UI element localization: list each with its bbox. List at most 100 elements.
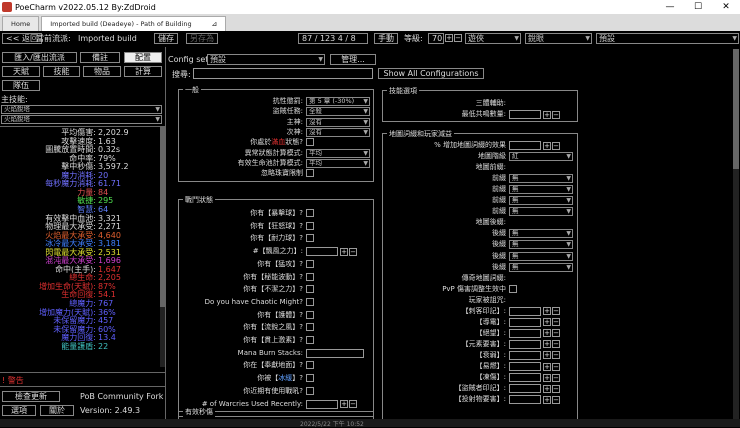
config-tab[interactable]: 配置 (124, 52, 162, 63)
map-row-select[interactable]: 無 ▼ (509, 240, 573, 250)
map-row-plus-button[interactable]: + (543, 362, 551, 371)
combat-row-label: 你有【護體】? (257, 310, 303, 319)
skill-row-minus-button[interactable]: − (552, 110, 560, 119)
map-row-select-value: 無 (512, 262, 519, 271)
party-tab[interactable]: 隊伍 (2, 80, 40, 91)
map-row-select[interactable]: 紅 ▼ (509, 152, 573, 162)
check-update-button[interactable]: 檢查更新 (2, 391, 60, 402)
map-row-label: 後綴 (492, 229, 506, 238)
map-row-select[interactable]: 無 ▼ (509, 185, 573, 195)
map-row-plus-button[interactable]: + (543, 384, 551, 393)
map-row-input[interactable] (509, 141, 541, 150)
map-row-select[interactable]: 無 ▼ (509, 207, 573, 217)
map-row-plus-button[interactable]: + (543, 373, 551, 382)
skills-tab[interactable]: 技能 (43, 66, 80, 77)
stat-label: 擊中秒傷: (61, 162, 96, 172)
map-row-input[interactable] (509, 328, 541, 338)
tab-close-icon[interactable]: ⊿ (211, 20, 217, 28)
map-row-plus-button[interactable]: + (543, 340, 551, 349)
close-icon[interactable]: ✕ (712, 0, 740, 14)
map-row-select[interactable]: 無 ▼ (509, 262, 573, 272)
general-section-title: 一般 (183, 85, 201, 95)
map-row-input[interactable] (509, 317, 541, 327)
map-row-label: 地圖後綴: (475, 218, 506, 227)
map-row-input[interactable] (509, 395, 541, 405)
tree-tab[interactable]: 天賦 (2, 66, 40, 77)
chevron-down-icon: ▼ (566, 241, 571, 249)
map-row-minus-button[interactable]: − (552, 362, 560, 371)
level-input[interactable]: 70 (428, 33, 444, 44)
save-button[interactable]: 儲存 (154, 33, 178, 44)
chevron-down-icon: ▼ (585, 35, 590, 42)
map-row-input[interactable] (509, 339, 541, 349)
map-row-select[interactable]: 無 ▼ (509, 196, 573, 206)
map-row-minus-button[interactable]: − (552, 307, 560, 316)
map-row-input[interactable] (509, 306, 541, 316)
config-scrollbar[interactable] (733, 49, 739, 419)
calcs-tab[interactable]: 計算 (124, 66, 162, 77)
import-export-button[interactable]: 匯入/匯出流派 (2, 52, 77, 63)
level-minus-button[interactable]: − (454, 34, 462, 42)
map-row-plus-button[interactable]: + (543, 329, 551, 338)
map-row-input[interactable] (509, 384, 541, 394)
class-select[interactable]: 遊俠 ▼ (465, 33, 521, 44)
map-row-plus-button[interactable]: + (543, 395, 551, 404)
map-row-minus-button[interactable]: − (552, 373, 560, 382)
combat-section-title: 戰鬥狀態 (183, 195, 215, 205)
level-plus-button[interactable]: + (445, 34, 453, 42)
points-counter: 87 / 123 4 / 8 (298, 33, 368, 44)
chevron-down-icon: ▼ (566, 230, 571, 238)
skill-row-input[interactable] (509, 110, 541, 119)
save-as-button[interactable]: 另存為 (186, 33, 218, 44)
map-row-plus-button[interactable]: + (543, 141, 551, 150)
manage-button[interactable]: 管理... (330, 54, 376, 65)
map-row-minus-button[interactable]: − (552, 318, 560, 327)
minimize-icon[interactable]: — (656, 0, 684, 14)
map-row-minus-button[interactable]: − (552, 141, 560, 150)
map-row-input[interactable] (509, 350, 541, 360)
show-all-configurations-button[interactable]: Show All Configurations (378, 68, 484, 79)
map-row-select-value: 紅 (512, 152, 519, 161)
warning-text[interactable]: ! 警告 (2, 376, 24, 385)
mode-select[interactable]: 預設 ▼ (596, 33, 739, 44)
items-tab[interactable]: 物品 (83, 66, 121, 77)
map-row-input[interactable] (509, 362, 541, 371)
map-row-input[interactable] (509, 373, 541, 383)
map-row-minus-button[interactable]: − (552, 329, 560, 338)
combat-row-label: 你有【耐力球】? (250, 234, 303, 243)
map-row-checkbox[interactable] (509, 284, 517, 293)
ascendancy-select[interactable]: 銳眼 ▼ (525, 33, 592, 44)
chevron-down-icon: ▼ (566, 252, 571, 260)
general-row-label: 忽略珠寶限制 (261, 169, 303, 178)
tab-home[interactable]: Home (2, 16, 40, 31)
map-row-minus-button[interactable]: − (552, 395, 560, 404)
map-row-label: 後綴 (492, 251, 506, 260)
map-row-minus-button[interactable]: − (552, 384, 560, 393)
map-row-select-value: 無 (512, 251, 519, 260)
config-set-select[interactable]: 預設 ▼ (207, 54, 325, 65)
manual-button[interactable]: 手動 (374, 33, 398, 44)
map-row-label: 【易燃】: (475, 362, 506, 370)
skill-row-plus-button[interactable]: + (543, 110, 551, 119)
map-row-plus-button[interactable]: + (543, 351, 551, 360)
map-row-minus-button[interactable]: − (552, 351, 560, 360)
map-row-plus-button[interactable]: + (543, 318, 551, 327)
maximize-icon[interactable]: ☐ (684, 0, 712, 14)
map-row-select[interactable]: 無 ▼ (509, 229, 573, 239)
options-button[interactable]: 選項 (2, 405, 36, 416)
map-row-select[interactable]: 無 ▼ (509, 251, 573, 261)
about-button[interactable]: 關於 (40, 405, 74, 416)
map-row-select[interactable]: 無 ▼ (509, 174, 573, 184)
map-row-minus-button[interactable]: − (552, 340, 560, 349)
notes-button[interactable]: 備註 (80, 52, 120, 63)
combat-row-label: # of Warcries Used Recently: (201, 399, 303, 408)
map-row-plus-button[interactable]: + (543, 307, 551, 316)
general-row-select[interactable]: 沒有 ▼ (306, 127, 370, 137)
search-input[interactable] (193, 68, 373, 79)
map-row-label: 【凍傷】: (475, 373, 506, 382)
tab-build[interactable]: Imported build (Deadeye) - Path of Build… (41, 16, 227, 31)
config-scroll-thumb[interactable] (733, 49, 739, 169)
chevron-down-icon: ▼ (566, 263, 571, 271)
skill-options-section-title: 技能選項 (387, 86, 419, 96)
map-row-label: PvP 傷害調整生效中 (442, 284, 506, 293)
